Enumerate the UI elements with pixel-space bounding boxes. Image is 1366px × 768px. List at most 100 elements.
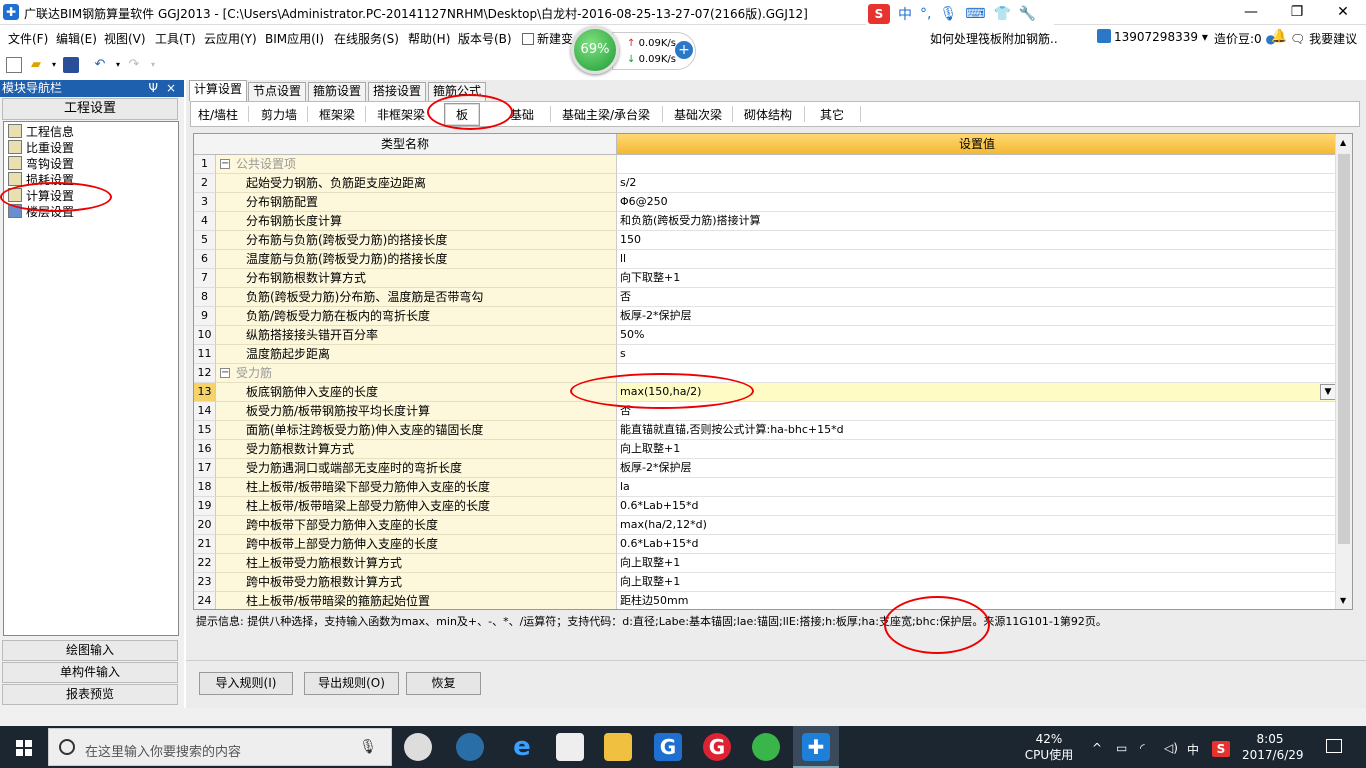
row-value-cell[interactable]	[617, 155, 1337, 174]
keyboard-icon[interactable]: ⌨	[965, 6, 985, 22]
news-link[interactable]: 如何处理筏板附加钢筋..	[930, 30, 1058, 47]
table-row[interactable]: 8 负筋(跨板受力筋)分布筋、温度筋是否带弯勾 否	[194, 288, 1337, 307]
minimize-button[interactable]: —	[1228, 0, 1274, 25]
restore-button[interactable]: 恢复	[406, 672, 481, 695]
tools-icon[interactable]: 🔧	[1019, 6, 1036, 22]
subtab-foundation[interactable]: 基础	[510, 106, 534, 123]
wifi-icon[interactable]: ◜	[1140, 741, 1145, 755]
user-account[interactable]: 13907298339 ▾	[1097, 29, 1208, 44]
save-icon[interactable]	[63, 57, 79, 73]
column-header-name[interactable]: 类型名称	[194, 134, 617, 155]
column-header-value[interactable]: 设置值	[617, 134, 1337, 155]
tab-stirrup-settings[interactable]: 箍筋设置	[308, 82, 367, 101]
row-value-cell[interactable]: 0.6*Lab+15*d	[617, 497, 1337, 516]
ggj-app-icon[interactable]: ✚	[802, 733, 830, 761]
table-row[interactable]: 19 柱上板带/板带暗梁上部受力筋伸入支座的长度 0.6*Lab+15*d	[194, 497, 1337, 516]
row-value-cell[interactable]: 否	[617, 402, 1337, 421]
row-value-cell[interactable]: 150	[617, 231, 1337, 250]
green-app-icon[interactable]	[752, 733, 780, 761]
table-row[interactable]: 10 纵筋搭接接头错开百分率 50%	[194, 326, 1337, 345]
row-value-cell[interactable]: 板厚-2*保护层	[617, 307, 1337, 326]
table-row[interactable]: 9 负筋/跨板受力筋在板内的弯折长度 板厚-2*保护层	[194, 307, 1337, 326]
memory-ball[interactable]: 69%	[571, 26, 619, 74]
scroll-thumb[interactable]	[1338, 154, 1350, 544]
table-row[interactable]: 11 温度筋起步距离 s	[194, 345, 1337, 364]
table-row[interactable]: 13 板底钢筋伸入支座的长度 max(150,ha/2) ▼	[194, 383, 1337, 402]
collapse-icon[interactable]: −	[220, 159, 230, 169]
tab-node-settings[interactable]: 节点设置	[248, 82, 307, 101]
table-row[interactable]: 24 柱上板带/板带暗梁的箍筋起始位置 距柱边50mm	[194, 592, 1337, 609]
undo-dropdown-icon[interactable]: ▾	[110, 57, 126, 73]
menu-file[interactable]: 文件(F)	[8, 30, 48, 47]
table-row[interactable]: 16 受力筋根数计算方式 向上取整+1	[194, 440, 1337, 459]
pin-icon[interactable]: Ψ	[149, 80, 158, 97]
row-value-cell[interactable]: 向上取整+1	[617, 440, 1337, 459]
microphone-icon[interactable]: 🎙	[359, 739, 377, 755]
table-row[interactable]: 20 跨中板带下部受力筋伸入支座的长度 max(ha/2,12*d)	[194, 516, 1337, 535]
collapse-icon[interactable]: −	[220, 368, 230, 378]
row-value-cell[interactable]: 和负筋(跨板受力筋)搭接计算	[617, 212, 1337, 231]
new-file-icon[interactable]	[6, 57, 22, 73]
volume-icon[interactable]: ◁)	[1164, 741, 1178, 755]
menu-edit[interactable]: 编辑(E)	[56, 30, 97, 47]
scroll-up-icon[interactable]: ▲	[1340, 138, 1346, 147]
table-row[interactable]: 5 分布筋与负筋(跨板受力筋)的搭接长度 150	[194, 231, 1337, 250]
subtab-masonry[interactable]: 砌体结构	[744, 106, 792, 123]
subtab-column[interactable]: 柱/墙柱	[198, 106, 238, 123]
row-value-cell[interactable]: s/2	[617, 174, 1337, 193]
glodon-red-icon[interactable]: G	[703, 733, 731, 761]
network-icon[interactable]: ▭	[1116, 741, 1127, 755]
redo-dropdown-icon[interactable]: ▾	[145, 57, 161, 73]
subtab-foundation-main-beam[interactable]: 基础主梁/承台梁	[562, 106, 650, 123]
subtab-non-frame-beam[interactable]: 非框架梁	[377, 106, 425, 123]
nav-component-input[interactable]: 单构件输入	[2, 662, 178, 683]
nav-report-preview[interactable]: 报表预览	[2, 684, 178, 705]
undo-icon[interactable]: ↶	[92, 57, 108, 73]
table-row[interactable]: 18 柱上板带/板带暗梁下部受力筋伸入支座的长度 la	[194, 478, 1337, 497]
ime-indicator[interactable]: 中	[1187, 741, 1199, 758]
subtab-foundation-secondary-beam[interactable]: 基础次梁	[674, 106, 722, 123]
menu-bim[interactable]: BIM应用(I)	[265, 30, 324, 47]
row-value-cell[interactable]: 板厚-2*保护层	[617, 459, 1337, 478]
sogou-tray-icon[interactable]: S	[1212, 741, 1230, 757]
import-rules-button[interactable]: 导入规则(I)	[199, 672, 293, 695]
redo-icon[interactable]: ↷	[126, 57, 142, 73]
ime-mode-icon[interactable]: 中	[898, 4, 912, 24]
row-value-cell[interactable]: 向上取整+1	[617, 554, 1337, 573]
open-dropdown-icon[interactable]: ▾	[46, 57, 62, 73]
row-value-cell[interactable]: max(ha/2,12*d)	[617, 516, 1337, 535]
nav-item-hook[interactable]: 弯钩设置	[8, 156, 74, 172]
table-row[interactable]: 3 分布钢筋配置 Φ6@250	[194, 193, 1337, 212]
suggest-link[interactable]: 🗨 我要建议	[1290, 30, 1357, 47]
glodon-icon[interactable]: G	[654, 733, 682, 761]
row-value-cell[interactable]: 向上取整+1	[617, 573, 1337, 592]
table-row[interactable]: 21 跨中板带上部受力筋伸入支座的长度 0.6*Lab+15*d	[194, 535, 1337, 554]
tray-chevron-icon[interactable]: ^	[1092, 741, 1102, 755]
table-row[interactable]: 4 分布钢筋长度计算 和负筋(跨板受力筋)搭接计算	[194, 212, 1337, 231]
group-row[interactable]: 1− 公共设置项	[194, 155, 1337, 174]
tab-lap-settings[interactable]: 搭接设置	[368, 82, 427, 101]
nav-item-density[interactable]: 比重设置	[8, 140, 74, 156]
export-rules-button[interactable]: 导出规则(O)	[304, 672, 399, 695]
table-row[interactable]: 23 跨中板带受力筋根数计算方式 向上取整+1	[194, 573, 1337, 592]
open-folder-icon[interactable]: ▰	[28, 57, 44, 73]
task-view-icon[interactable]	[404, 733, 432, 761]
bell-icon[interactable]: 🔔	[1271, 29, 1287, 44]
browser-icon[interactable]	[456, 733, 484, 761]
subtab-other[interactable]: 其它	[820, 106, 844, 123]
menu-version[interactable]: 版本号(B)	[458, 30, 512, 47]
menu-cloud[interactable]: 云应用(Y)	[204, 30, 257, 47]
group-row[interactable]: 12− 受力筋	[194, 364, 1337, 383]
sogou-logo-icon[interactable]: S	[868, 4, 890, 24]
menu-help[interactable]: 帮助(H)	[408, 30, 450, 47]
clock[interactable]: 8:05 2017/6/29	[1242, 731, 1304, 763]
taskbar-search[interactable]: 在这里输入你要搜索的内容 🎙	[48, 728, 392, 766]
table-row[interactable]: 15 面筋(单标注跨板受力筋)伸入支座的锚固长度 能直锚就直锚,否则按公式计算:ha…	[194, 421, 1337, 440]
beans-balance[interactable]: 造价豆:0 ●	[1214, 30, 1276, 47]
row-value-cell[interactable]: 向下取整+1	[617, 269, 1337, 288]
row-value-cell[interactable]: ll	[617, 250, 1337, 269]
row-value-cell[interactable]: s	[617, 345, 1337, 364]
close-button[interactable]: ✕	[1320, 0, 1366, 25]
ime-toolbar[interactable]: S 中 °, 🎙 ⌨ 👕 🔧	[866, 3, 1054, 25]
notification-icon[interactable]	[1326, 739, 1342, 753]
